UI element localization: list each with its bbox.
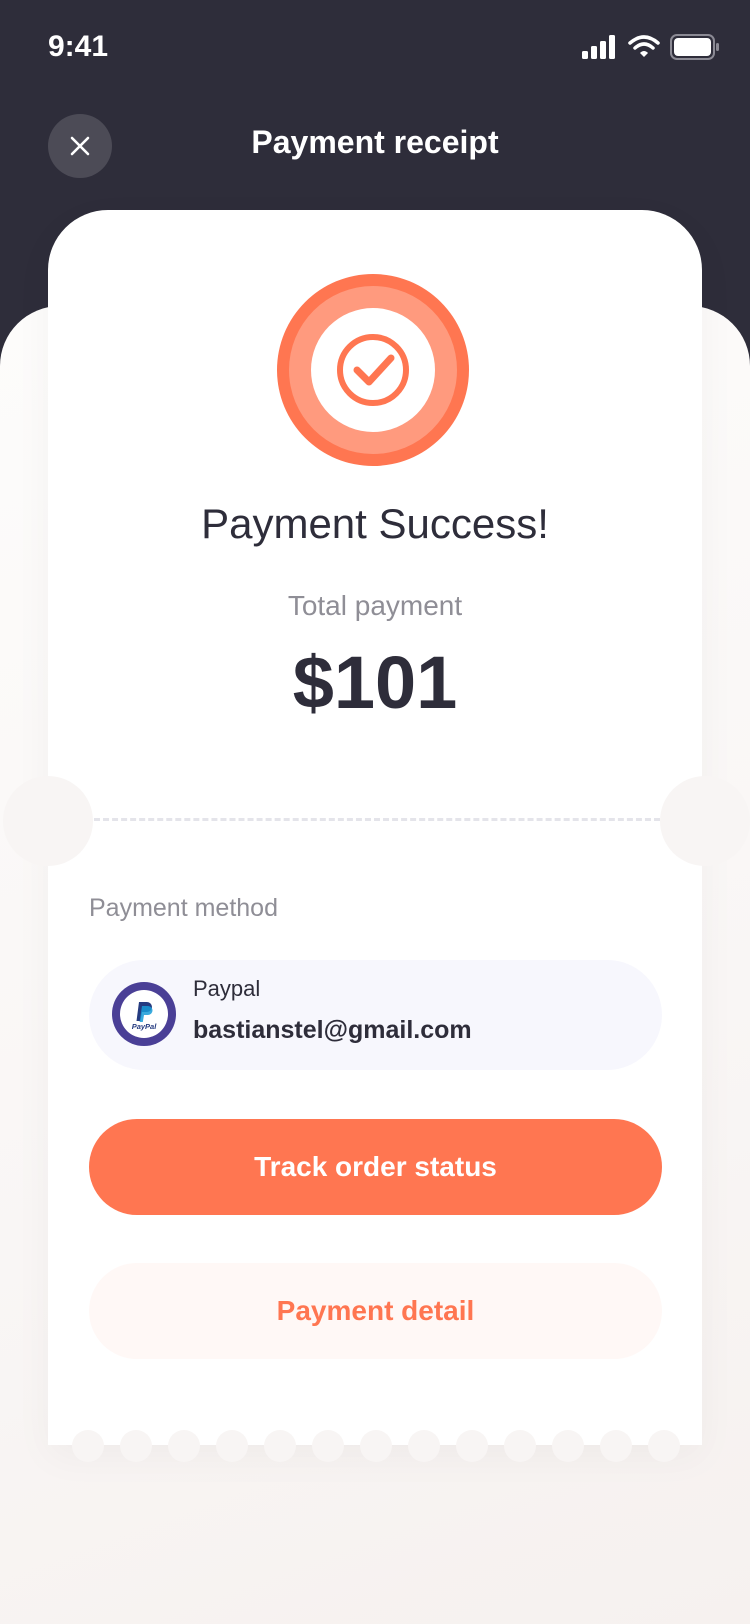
page-title: Payment receipt <box>251 124 499 160</box>
battery-icon <box>670 34 719 60</box>
ticket-scallop <box>216 1430 248 1462</box>
total-payment-amount: $101 <box>292 641 458 724</box>
status-icons <box>582 34 720 60</box>
signal-icon <box>582 35 615 59</box>
svg-text:PayPal: PayPal <box>132 1022 158 1031</box>
wifi-icon <box>628 35 660 57</box>
payment-method-label: Payment method <box>89 894 278 922</box>
payment-method-name: Paypal <box>193 976 261 1001</box>
ticket-scallop <box>600 1430 632 1462</box>
payment-method-email: bastianstel@gmail.com <box>193 1016 472 1044</box>
ticket-scallop <box>264 1430 296 1462</box>
ticket-scallop <box>504 1430 536 1462</box>
ticket-scallop <box>312 1430 344 1462</box>
paypal-icon: PayPal <box>112 982 176 1046</box>
ticket-scallop <box>360 1430 392 1462</box>
ticket-scallop <box>72 1430 104 1462</box>
ticket-scallop <box>120 1430 152 1462</box>
ticket-notch-left <box>3 776 93 866</box>
ticket-scallop <box>456 1430 488 1462</box>
ticket-notch-right <box>660 776 750 866</box>
ticket-scallop <box>168 1430 200 1462</box>
success-title: Payment Success! <box>201 500 549 547</box>
track-order-button[interactable]: Track order status <box>89 1119 662 1215</box>
ticket-divider <box>94 818 660 821</box>
payment-detail-button[interactable]: Payment detail <box>89 1263 662 1359</box>
ticket-scallop <box>648 1430 680 1462</box>
check-circle-icon <box>277 274 469 466</box>
status-time: 9:41 <box>48 30 109 63</box>
total-payment-label: Total payment <box>287 590 463 621</box>
ticket-scallop <box>408 1430 440 1462</box>
ticket-scallop <box>552 1430 584 1462</box>
